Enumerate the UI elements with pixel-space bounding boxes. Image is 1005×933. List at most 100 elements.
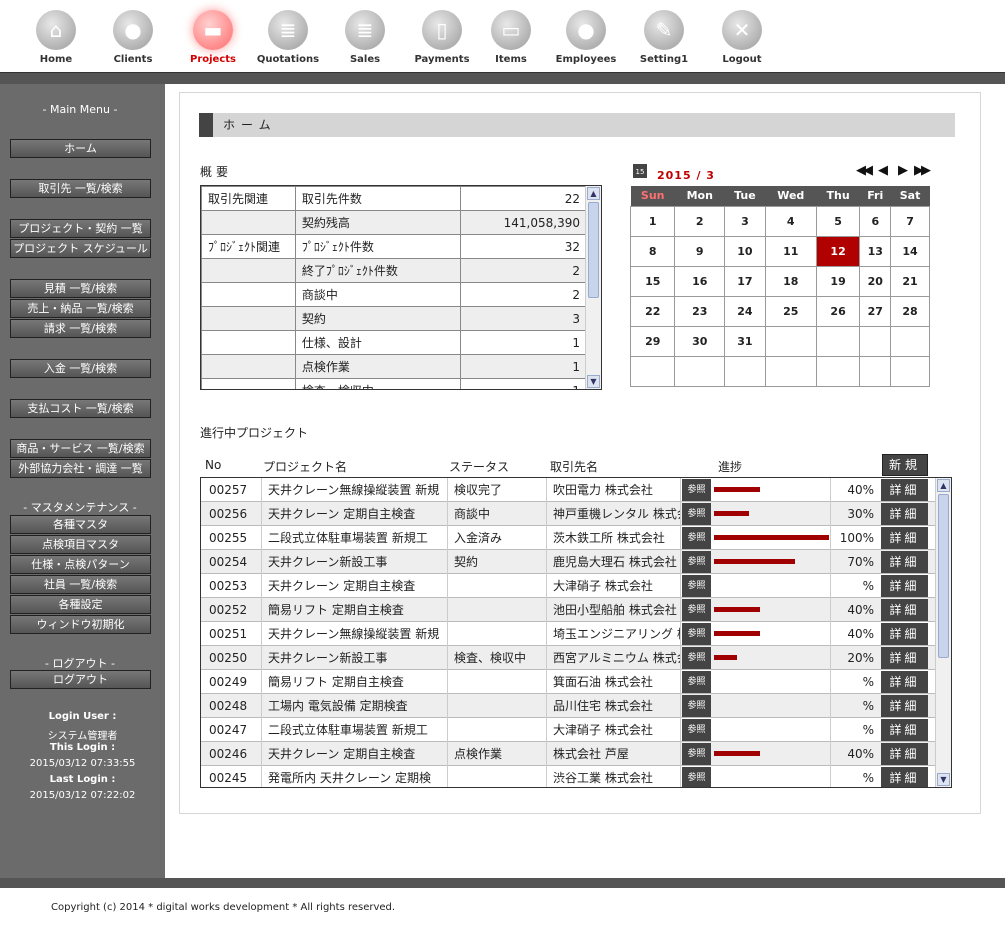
- calendar-day[interactable]: 14: [890, 235, 930, 267]
- calendar-day[interactable]: 13: [859, 235, 892, 267]
- detail-button[interactable]: 詳細: [881, 527, 928, 549]
- calendar-day[interactable]: 3: [724, 205, 766, 237]
- sidebar-item-settings[interactable]: 各種設定: [10, 595, 151, 614]
- reference-button[interactable]: 参照: [682, 719, 711, 741]
- logout-button[interactable]: ログアウト: [10, 670, 151, 689]
- reference-button[interactable]: 参照: [682, 671, 711, 693]
- sidebar-item-inspection-master[interactable]: 点検項目マスタ: [10, 535, 151, 554]
- sidebar-item-sales[interactable]: 売上・納品 一覧/検索: [10, 299, 151, 318]
- scroll-down-icon[interactable]: ▼: [587, 375, 600, 388]
- project-client: 西宮アルミニウム 株式会: [547, 646, 681, 670]
- calendar-day[interactable]: 17: [724, 265, 766, 297]
- calendar-day[interactable]: 8: [629, 235, 676, 267]
- calendar-day[interactable]: 21: [890, 265, 930, 297]
- detail-button[interactable]: 詳細: [881, 767, 928, 787]
- nav-employees[interactable]: ● Employees: [546, 0, 626, 72]
- calendar-day[interactable]: 7: [890, 205, 930, 237]
- calendar-day[interactable]: 27: [859, 295, 892, 327]
- calendar-day[interactable]: 2: [674, 205, 726, 237]
- calendar-first-icon[interactable]: ◀◀: [856, 163, 873, 178]
- calendar-day[interactable]: 30: [674, 325, 726, 357]
- calendar-day[interactable]: 10: [724, 235, 766, 267]
- sidebar-item-projects[interactable]: プロジェクト・契約 一覧: [10, 219, 151, 238]
- calendar-day[interactable]: 4: [764, 205, 817, 237]
- detail-button[interactable]: 詳細: [881, 599, 928, 621]
- reference-button[interactable]: 参照: [682, 695, 711, 717]
- reference-button[interactable]: 参照: [682, 767, 711, 787]
- sidebar-item-project-schedule[interactable]: プロジェクト スケジュール: [10, 239, 151, 258]
- sidebar-item-quotations[interactable]: 見積 一覧/検索: [10, 279, 151, 298]
- sidebar-item-spec-patterns[interactable]: 仕様・点検パターン: [10, 555, 151, 574]
- nav-projects[interactable]: ▬ Projects: [173, 0, 253, 72]
- summary-scrollbar[interactable]: ▲ ▼: [585, 186, 601, 389]
- calendar-day[interactable]: 25: [764, 295, 817, 327]
- calendar-day[interactable]: 20: [859, 265, 892, 297]
- reference-button[interactable]: 参照: [682, 599, 711, 621]
- scroll-thumb[interactable]: [588, 202, 599, 298]
- scroll-up-icon[interactable]: ▲: [587, 187, 600, 200]
- detail-button[interactable]: 詳細: [881, 719, 928, 741]
- sidebar-item-costs[interactable]: 支払コスト 一覧/検索: [10, 399, 151, 418]
- scroll-thumb[interactable]: [938, 494, 949, 658]
- scroll-up-icon[interactable]: ▲: [937, 479, 950, 492]
- sidebar-item-items[interactable]: 商品・サービス 一覧/検索: [10, 439, 151, 458]
- reference-button[interactable]: 参照: [682, 623, 711, 645]
- calendar-day[interactable]: 11: [764, 235, 817, 267]
- reference-button[interactable]: 参照: [682, 479, 711, 501]
- detail-button[interactable]: 詳細: [881, 743, 928, 765]
- calendar-day[interactable]: 18: [764, 265, 817, 297]
- reference-button[interactable]: 参照: [682, 743, 711, 765]
- detail-button[interactable]: 詳細: [881, 479, 928, 501]
- nav-clients[interactable]: ● Clients: [93, 0, 173, 72]
- reference-button[interactable]: 参照: [682, 647, 711, 669]
- detail-button[interactable]: 詳細: [881, 503, 928, 525]
- detail-button[interactable]: 詳細: [881, 623, 928, 645]
- nav-items[interactable]: ▭ Items: [471, 0, 551, 72]
- reference-button[interactable]: 参照: [682, 551, 711, 573]
- calendar-day[interactable]: 24: [724, 295, 766, 327]
- nav-payments[interactable]: ▯ Payments: [402, 0, 482, 72]
- calendar-day[interactable]: 31: [724, 325, 766, 357]
- calendar-day[interactable]: 22: [629, 295, 676, 327]
- project-client: 神戸重機レンタル 株式会: [547, 502, 681, 526]
- nav-home[interactable]: ⌂ Home: [16, 0, 96, 72]
- calendar-prev-icon[interactable]: ◀: [878, 163, 888, 178]
- calendar-day[interactable]: 5: [815, 205, 861, 237]
- calendar-day[interactable]: 6: [859, 205, 892, 237]
- nav-logout[interactable]: ✕ Logout: [702, 0, 782, 72]
- calendar-day[interactable]: 28: [890, 295, 930, 327]
- detail-button[interactable]: 詳細: [881, 671, 928, 693]
- scroll-down-icon[interactable]: ▼: [937, 773, 950, 786]
- calendar-day[interactable]: 1: [629, 205, 676, 237]
- calendar-next-icon[interactable]: ▶: [898, 163, 908, 178]
- calendar-day[interactable]: 19: [815, 265, 861, 297]
- detail-button[interactable]: 詳細: [881, 695, 928, 717]
- detail-button[interactable]: 詳細: [881, 647, 928, 669]
- calendar-day[interactable]: 15: [629, 265, 676, 297]
- sidebar-item-home[interactable]: ホーム: [10, 139, 151, 158]
- reference-button[interactable]: 参照: [682, 527, 711, 549]
- sidebar-item-masters[interactable]: 各種マスタ: [10, 515, 151, 534]
- sidebar-item-clients[interactable]: 取引先 一覧/検索: [10, 179, 151, 198]
- nav-setting1[interactable]: ✎ Setting1: [624, 0, 704, 72]
- detail-button[interactable]: 詳細: [881, 551, 928, 573]
- sidebar-item-partners[interactable]: 外部協力会社・調達 一覧: [10, 459, 151, 478]
- calendar-day[interactable]: 9: [674, 235, 726, 267]
- nav-quotations[interactable]: ≣ Quotations: [248, 0, 328, 72]
- calendar-day[interactable]: 26: [815, 295, 861, 327]
- reference-button[interactable]: 参照: [682, 503, 711, 525]
- calendar-day[interactable]: 23: [674, 295, 726, 327]
- sidebar-item-window-reset[interactable]: ウィンドウ初期化: [10, 615, 151, 634]
- nav-sales[interactable]: ≣ Sales: [325, 0, 405, 72]
- detail-button[interactable]: 詳細: [881, 575, 928, 597]
- calendar-day[interactable]: 12: [815, 235, 861, 267]
- new-project-button[interactable]: 新規: [882, 454, 928, 476]
- calendar-last-icon[interactable]: ▶▶: [914, 163, 931, 178]
- calendar-day[interactable]: 16: [674, 265, 726, 297]
- sidebar-item-employees[interactable]: 社員 一覧/検索: [10, 575, 151, 594]
- calendar-day[interactable]: 29: [629, 325, 676, 357]
- reference-button[interactable]: 参照: [682, 575, 711, 597]
- sidebar-item-payments[interactable]: 入金 一覧/検索: [10, 359, 151, 378]
- projects-scrollbar[interactable]: ▲ ▼: [935, 478, 951, 787]
- sidebar-item-invoices[interactable]: 請求 一覧/検索: [10, 319, 151, 338]
